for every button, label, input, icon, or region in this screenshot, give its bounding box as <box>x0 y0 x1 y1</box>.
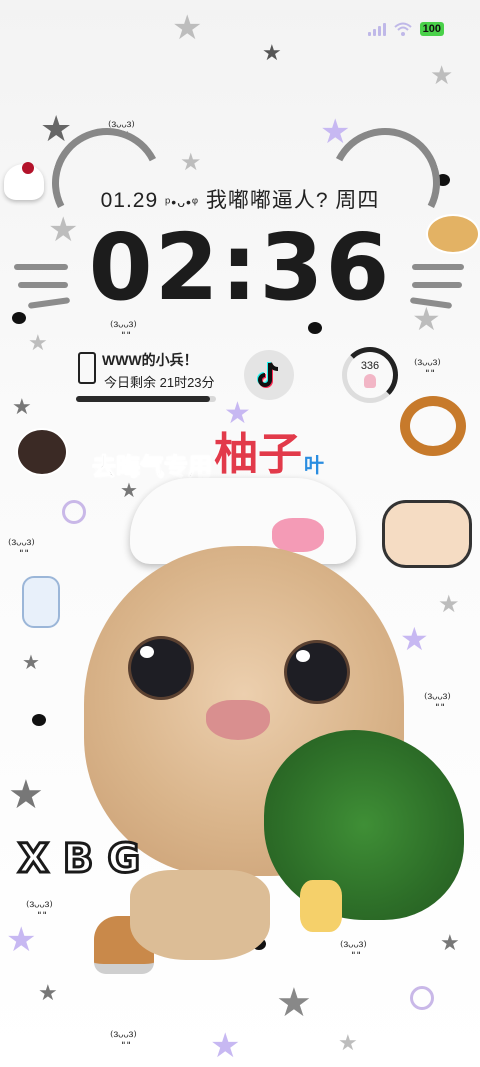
banner-text: 去晦气专用 柚子 叶 <box>92 418 325 482</box>
cat-eye-right <box>284 640 350 704</box>
widget-title: WWW的小兵！ <box>102 352 198 368</box>
baby-bottle-sticker <box>22 576 60 628</box>
xbg-sticker-text: X B G <box>17 835 142 884</box>
sticker-letter: X <box>17 835 51 884</box>
star-decoration: ★ <box>438 591 460 618</box>
kaomoji-sticker: ⁽³ᵕ͈ᵕ͈³⁾ <box>414 356 441 372</box>
cherry-icon <box>22 162 34 174</box>
widget-remaining: 今日剩余 21时23分 <box>104 375 215 390</box>
status-bar: 100 <box>367 22 444 36</box>
kaomoji-sticker: ⁽³ᵕ͈ᵕ͈³⁾ <box>110 1028 137 1044</box>
date-deco: ᵖ•ᴗ•ᵠ <box>165 194 200 210</box>
star-decoration: ★ <box>430 60 454 90</box>
banner-part3: 叶 <box>304 455 324 477</box>
star-decoration: ★ <box>22 652 40 674</box>
paw-icon <box>308 322 322 334</box>
banner-part1: 去晦气专用 <box>92 454 213 482</box>
cookie-sticker <box>426 214 480 254</box>
star-decoration: ★ <box>262 40 282 65</box>
star-decoration: ★ <box>210 1027 241 1065</box>
counter-widget[interactable]: 336 <box>342 347 398 403</box>
star-decoration: ★ <box>180 149 202 176</box>
lockscreen-clock: 02:36 <box>88 214 392 321</box>
phone-icon <box>78 352 96 384</box>
tiktok-icon <box>257 362 279 388</box>
star-decoration: ★ <box>276 981 312 1025</box>
signal-icon <box>367 22 386 36</box>
date-caption: 我嘟嘟逼人? 周四 <box>205 189 380 212</box>
eye-highlight <box>140 646 154 658</box>
usage-bar-fill <box>76 396 211 402</box>
thumbs-up-hand <box>300 880 342 932</box>
icecream-icon <box>364 374 376 388</box>
paw-icon <box>32 714 46 726</box>
pretzel-sticker <box>400 396 466 456</box>
star-decoration: ★ <box>440 930 460 955</box>
swirl-candy-icon <box>410 986 434 1010</box>
swirl-candy-icon <box>62 500 86 524</box>
cat-body <box>130 870 270 960</box>
star-decoration: ★ <box>8 773 44 817</box>
star-decoration: ★ <box>172 9 203 47</box>
eye-highlight <box>296 650 310 662</box>
kaomoji-sticker: ⁽³ᵕ͈ᵕ͈³⁾ <box>26 898 53 914</box>
date-text: 01.29 <box>100 189 159 212</box>
sticker-letter: B <box>61 835 94 884</box>
star-decoration: ★ <box>338 1030 358 1055</box>
kaomoji-sticker: ⁽³ᵕ͈ᵕ͈³⁾ <box>8 536 35 552</box>
banner-part2: 柚子 <box>214 430 302 479</box>
kaomoji-sticker: ⁽³ᵕ͈ᵕ͈³⁾ <box>424 690 451 706</box>
date-line: 01.29 ᵖ•ᴗ•ᵠ 我嘟嘟逼人? 周四 <box>0 184 480 214</box>
hand-gesture-sticker <box>382 500 472 568</box>
wifi-icon <box>393 22 412 36</box>
usage-bar <box>76 396 216 402</box>
star-decoration: ★ <box>28 330 48 355</box>
kaomoji-sticker: ⁽³ᵕ͈ᵕ͈³⁾ <box>340 938 367 954</box>
oreo-cookie-sticker <box>16 428 68 476</box>
pomelo-leaves-sticker <box>264 730 464 920</box>
counter-value: 336 <box>360 360 380 372</box>
star-decoration: ★ <box>6 921 37 959</box>
star-decoration: ★ <box>12 394 32 419</box>
battery-indicator: 100 <box>419 22 444 36</box>
star-decoration: ★ <box>400 621 429 657</box>
pink-bow <box>272 518 324 552</box>
cat-nose <box>206 700 270 740</box>
star-decoration: ★ <box>38 980 58 1005</box>
tiktok-widget[interactable] <box>244 350 294 400</box>
sticker-letter: G <box>106 835 142 884</box>
cat-eye-left <box>128 636 194 700</box>
